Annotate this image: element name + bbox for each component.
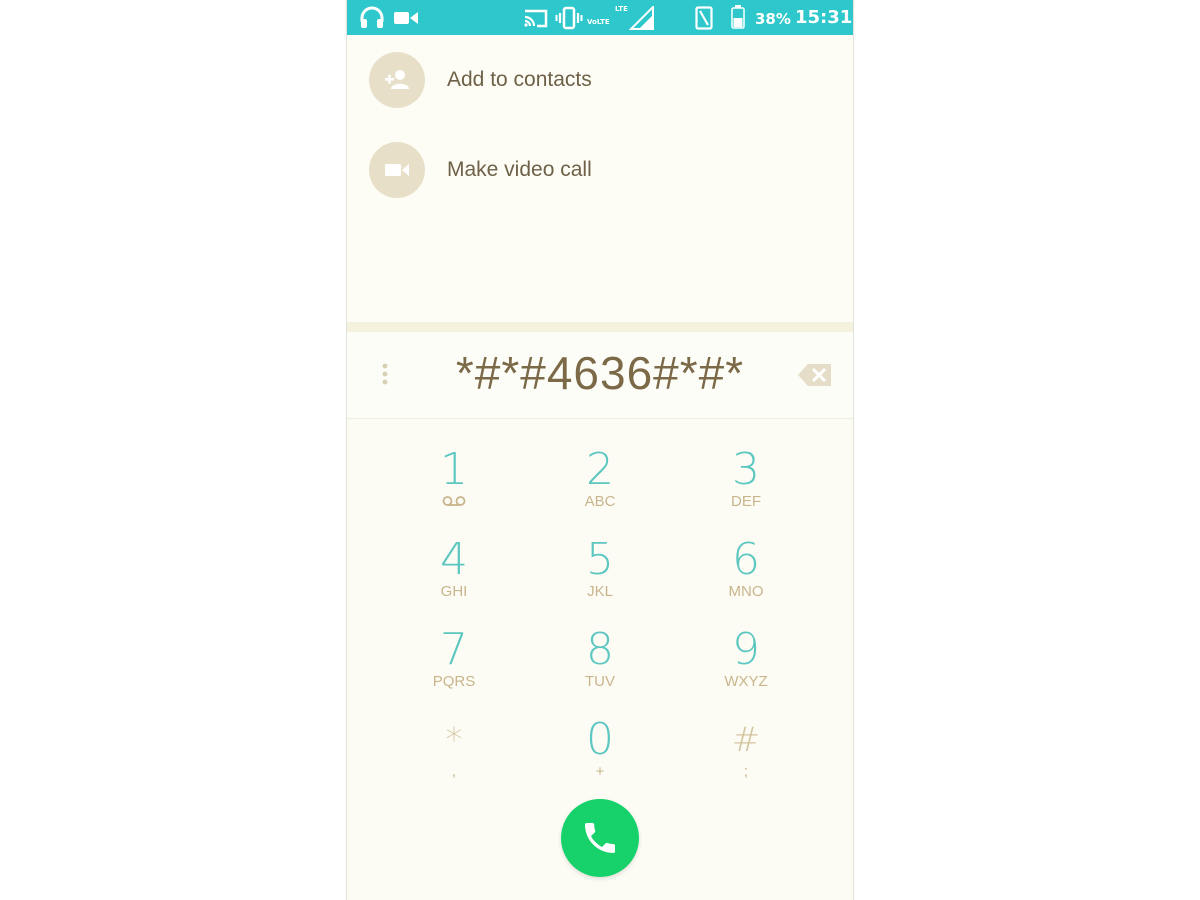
add-to-contacts-label: Add to contacts xyxy=(447,68,592,91)
key-letters: + xyxy=(595,763,605,780)
digits-display: *#*#4636#*#* xyxy=(347,332,853,419)
headphones-icon xyxy=(359,6,385,34)
dialed-digits[interactable]: *#*#4636#*#* xyxy=(407,346,793,400)
add-person-icon xyxy=(369,52,425,108)
key-3[interactable]: 3 DEF xyxy=(686,445,806,527)
key-letters: TUV xyxy=(585,673,615,690)
key-digit: 8 xyxy=(586,624,614,675)
key-4[interactable]: 4 GHI xyxy=(394,535,514,617)
voicemail-icon xyxy=(394,493,514,512)
video-call-icon xyxy=(369,142,425,198)
key-1[interactable]: 1 xyxy=(394,445,514,527)
key-digit: # xyxy=(731,720,761,760)
battery-percent: 38% xyxy=(755,10,791,28)
key-letters: MNO xyxy=(728,583,764,600)
key-letters: JKL xyxy=(587,583,613,600)
status-time: 15:31 xyxy=(795,7,853,28)
key-hash[interactable]: # ; xyxy=(686,715,806,797)
key-digit: 2 xyxy=(586,444,614,495)
volte-label: VoLTE xyxy=(587,18,610,26)
key-letters: DEF xyxy=(731,493,761,510)
phone-screen: VoLTE LTE 38% 15:31 Add to contacts Make… xyxy=(346,0,854,900)
key-8[interactable]: 8 TUV xyxy=(540,625,660,707)
overflow-menu-icon[interactable] xyxy=(381,362,389,392)
cast-icon xyxy=(523,7,549,33)
key-7[interactable]: 7 PQRS xyxy=(394,625,514,707)
dialpad: 1 2 ABC 3 DEF 4 GHI 5 JKL 6 MNO 7 PQRS 8… xyxy=(347,419,853,799)
divider xyxy=(347,322,853,332)
key-digit: 1 xyxy=(440,444,468,495)
key-digit: 4 xyxy=(440,534,468,585)
battery-icon xyxy=(731,5,745,33)
backspace-icon[interactable] xyxy=(797,362,833,392)
key-2[interactable]: 2 ABC xyxy=(540,445,660,527)
key-letters: , xyxy=(451,763,457,780)
key-digit: 5 xyxy=(586,534,614,585)
status-bar: VoLTE LTE 38% 15:31 xyxy=(347,0,853,35)
key-digit: 7 xyxy=(440,624,468,675)
key-digit: * xyxy=(445,720,463,760)
signal-icon xyxy=(628,4,655,34)
lte-label: LTE xyxy=(615,5,628,13)
key-5[interactable]: 5 JKL xyxy=(540,535,660,617)
key-letters: ABC xyxy=(584,493,616,510)
vibrate-icon xyxy=(555,6,583,34)
make-video-call-label: Make video call xyxy=(447,158,592,181)
dialer-suggestions: Add to contacts Make video call xyxy=(347,35,853,330)
key-star[interactable]: * , xyxy=(394,715,514,797)
key-digit: 9 xyxy=(732,624,760,675)
phone-icon xyxy=(585,823,615,853)
key-digit: 6 xyxy=(732,534,760,585)
key-letters: GHI xyxy=(440,583,468,600)
call-button[interactable] xyxy=(561,799,639,877)
nfc-icon xyxy=(695,6,713,34)
key-letters: ; xyxy=(743,763,749,780)
video-camera-icon xyxy=(393,9,419,31)
add-to-contacts-item[interactable]: Add to contacts xyxy=(369,52,829,110)
key-digit: 0 xyxy=(586,714,614,765)
key-9[interactable]: 9 WXYZ xyxy=(686,625,806,707)
key-letters: WXYZ xyxy=(724,673,768,690)
make-video-call-item[interactable]: Make video call xyxy=(369,142,829,200)
key-6[interactable]: 6 MNO xyxy=(686,535,806,617)
key-digit: 3 xyxy=(732,444,760,495)
key-letters: PQRS xyxy=(432,673,476,690)
key-0[interactable]: 0 + xyxy=(540,715,660,797)
